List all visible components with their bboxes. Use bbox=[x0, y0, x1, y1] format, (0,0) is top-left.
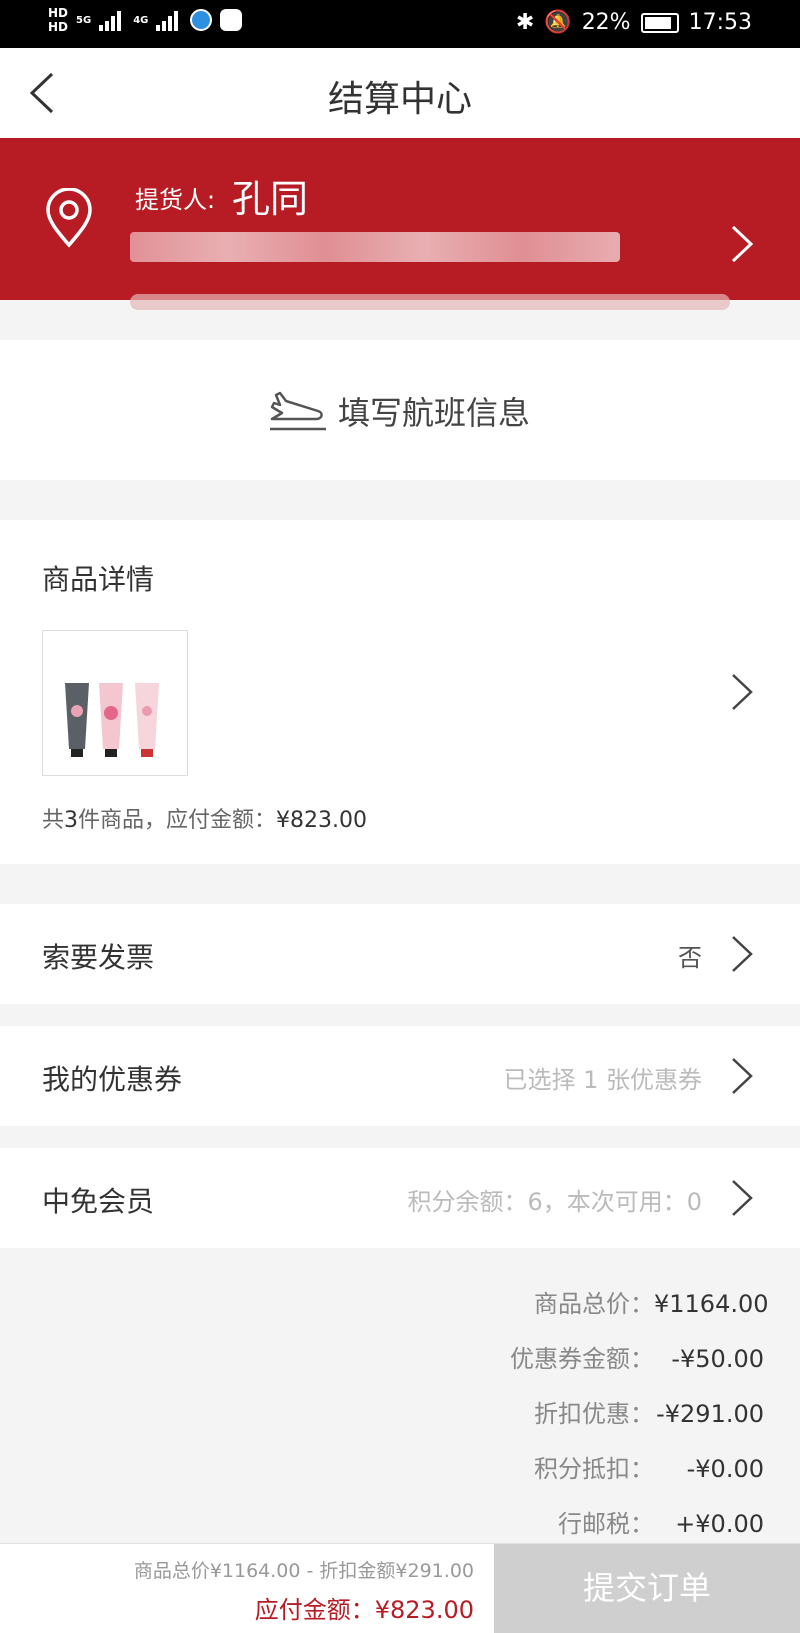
flight-info-label: 填写航班信息 bbox=[338, 394, 531, 432]
invoice-row[interactable]: 索要发票 否 bbox=[0, 904, 800, 1004]
summary-value: -¥0.00 bbox=[686, 1455, 764, 1483]
status-right: ✱ 🔕 22% 17:53 bbox=[516, 10, 752, 35]
goods-amount: ¥823.00 bbox=[276, 808, 368, 833]
member-value: 积分余额：6，本次可用：0 bbox=[407, 1188, 702, 1216]
price-breakdown: 商品总价¥1164.00 - 折扣金额¥291.00 bbox=[133, 1560, 474, 1582]
pickup-person-card[interactable]: 提货人: 孔同 bbox=[0, 138, 800, 300]
goods-heading: 商品详情 bbox=[42, 563, 155, 596]
location-pin-icon bbox=[46, 188, 92, 248]
summary-label: 折扣优惠： bbox=[534, 1400, 654, 1428]
page-title: 结算中心 bbox=[327, 79, 472, 120]
pickup-name: 孔同 bbox=[232, 177, 309, 221]
redaction-mark bbox=[130, 294, 730, 310]
pickup-label: 提货人: bbox=[135, 186, 216, 214]
page-header: 结算中心 bbox=[0, 48, 800, 138]
signal-icon bbox=[99, 9, 125, 31]
goods-count: 3 bbox=[64, 808, 79, 833]
summary-label: 优惠券金额： bbox=[510, 1345, 654, 1373]
summary-value: +¥0.00 bbox=[675, 1510, 764, 1538]
chevron-right-icon bbox=[732, 936, 753, 972]
member-label: 中免会员 bbox=[42, 1185, 155, 1218]
redacted-address bbox=[130, 232, 620, 262]
chevron-right-icon bbox=[731, 225, 754, 263]
summary-value: -¥291.00 bbox=[656, 1400, 764, 1428]
battery-icon bbox=[640, 12, 679, 33]
signal-icon-2 bbox=[156, 9, 182, 31]
chevron-right-icon bbox=[732, 1058, 753, 1094]
checkout-bar: 商品总价¥1164.00 - 折扣金额¥291.00 应付金额：¥823.00 … bbox=[0, 1543, 800, 1633]
status-bar: HD HD 5G 4G ✱ 🔕 22% 17:53 bbox=[0, 0, 800, 48]
battery-percent: 22% bbox=[581, 10, 631, 35]
submit-order-button[interactable]: 提交订单 bbox=[494, 1544, 800, 1633]
summary-mid: 件商品，应付金额： bbox=[78, 808, 277, 833]
bluetooth-icon: ✱ bbox=[515, 10, 535, 35]
summary-line-tax: 行邮税： +¥0.00 bbox=[558, 1504, 764, 1539]
chevron-right-icon bbox=[732, 674, 753, 710]
member-row[interactable]: 中免会员 积分余额：6，本次可用：0 bbox=[0, 1148, 800, 1248]
status-left: HD HD 5G 4G bbox=[48, 6, 243, 34]
coupon-value: 已选择 1 张优惠券 bbox=[503, 1066, 702, 1094]
coupon-label: 我的优惠券 bbox=[42, 1063, 183, 1096]
airplane-icon bbox=[270, 391, 326, 431]
product-thumbnail[interactable] bbox=[42, 630, 188, 776]
net-4g-label: 4G bbox=[133, 14, 149, 26]
goods-detail-section[interactable]: 商品详情 共3件商品，应付金额：¥823.00 bbox=[0, 520, 800, 864]
net-5g-label: 5G bbox=[76, 14, 92, 26]
goods-summary: 共3件商品，应付金额：¥823.00 bbox=[42, 802, 367, 834]
summary-value: ¥1164.00 bbox=[654, 1290, 769, 1318]
huawei-app-icon bbox=[220, 9, 243, 31]
coupon-row[interactable]: 我的优惠券 已选择 1 张优惠券 bbox=[0, 1026, 800, 1126]
summary-label: 商品总价： bbox=[534, 1290, 654, 1318]
summary-label: 积分抵扣： bbox=[534, 1455, 654, 1483]
product-image bbox=[65, 683, 159, 757]
summary-line-coupon: 优惠券金额： -¥50.00 bbox=[510, 1339, 764, 1374]
summary-prefix: 共 bbox=[42, 808, 65, 833]
summary-value: -¥50.00 bbox=[671, 1345, 764, 1373]
payable-amount: 应付金额：¥823.00 bbox=[254, 1596, 474, 1624]
summary-line-discount: 折扣优惠： -¥291.00 bbox=[534, 1394, 764, 1429]
browser-app-icon bbox=[190, 9, 213, 31]
hd-label-2: HD bbox=[48, 20, 69, 34]
chevron-right-icon bbox=[732, 1180, 753, 1216]
summary-line-points: 积分抵扣： -¥0.00 bbox=[534, 1449, 764, 1484]
summary-label: 行邮税： bbox=[558, 1510, 654, 1538]
mute-icon: 🔕 bbox=[544, 10, 572, 35]
invoice-label: 索要发票 bbox=[42, 941, 155, 974]
invoice-value: 否 bbox=[678, 944, 702, 972]
flight-info-button[interactable]: 填写航班信息 bbox=[0, 340, 800, 480]
status-time: 17:53 bbox=[688, 10, 752, 35]
price-summary: 商品总价： ¥1164.00 优惠券金额： -¥50.00 折扣优惠： -¥29… bbox=[0, 1252, 800, 1542]
hd-label-1: HD bbox=[48, 6, 69, 20]
summary-line-total: 商品总价： ¥1164.00 bbox=[534, 1284, 769, 1319]
